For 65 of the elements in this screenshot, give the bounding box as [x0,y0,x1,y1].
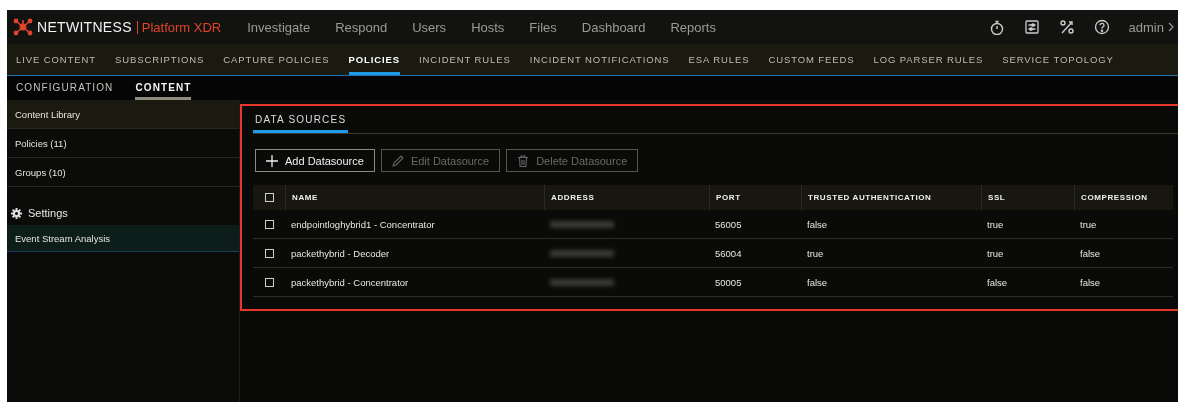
table-cell: endpointloghybrid1 - Concentrator [291,218,435,230]
checkbox[interactable] [264,248,274,258]
table-cell: false [1080,247,1101,259]
table-cell: 50005 [715,276,742,288]
sidebar-item[interactable]: Policies (11) [7,129,239,158]
add-datasource-button[interactable]: Add Datasource [255,149,375,172]
nav-link[interactable]: Hosts [471,19,505,35]
tools-icon[interactable] [1058,19,1075,35]
sidebar-item[interactable]: Event Stream Analysis [7,225,239,252]
pencil-icon [391,154,404,167]
nav-link[interactable]: Reports [670,19,716,35]
nav-link[interactable]: Respond [335,19,388,35]
user-menu[interactable]: admin [1128,19,1174,35]
nav-tab[interactable]: CUSTOM FEEDS [768,44,855,75]
redacted-address [550,249,614,257]
nav-link[interactable]: Users [412,19,447,35]
plus-icon [266,154,278,167]
nav-tab[interactable]: SERVICE TOPOLOGY [1002,44,1114,75]
nav-link[interactable]: Files [529,19,557,35]
nav-tab[interactable]: CAPTURE POLICIES [223,44,330,75]
column-header: ADDRESS [551,193,595,202]
logo-icon [13,18,33,36]
nav-tab[interactable]: LIVE CONTENT [16,44,96,75]
nav-tab[interactable]: ESA RULES [688,44,750,75]
column-header: NAME [292,193,318,202]
column-header: PORT [716,193,741,202]
table-cell: 56004 [715,247,742,259]
nav-link[interactable]: Investigate [247,19,311,35]
column-header: TRUSTED AUTHENTICATION [808,193,932,202]
nav-tab[interactable]: INCIDENT NOTIFICATIONS [529,44,670,75]
table-cell: false [987,276,1008,288]
table-cell: false [1080,276,1101,288]
brand-name: NETWITNESS [37,19,132,35]
sidebar-item[interactable]: Content Library [7,100,239,129]
nav-tab[interactable]: LOG PARSER RULES [873,44,984,75]
table-cell: true [1080,218,1097,230]
column-header: SSL [988,193,1006,202]
redacted-address [550,278,614,286]
section-heading: Settings [28,207,68,219]
stopwatch-icon[interactable] [988,19,1005,35]
table-cell: packethybrid - Decoder [291,247,390,259]
table-cell: true [987,247,1004,259]
nav-tab[interactable]: SUBSCRIPTIONS [114,44,205,75]
redacted-address [550,220,614,228]
table-cell: true [807,247,824,259]
product-name: Platform XDR [136,20,222,34]
panel-tab[interactable]: DATA SOURCES [253,106,349,133]
sub-tab[interactable]: CONFIGURATION [16,76,114,100]
nav-tab[interactable]: INCIDENT RULES [419,44,511,75]
sliders-icon[interactable] [1023,19,1040,35]
chevron-right-icon [1168,22,1174,32]
trash-icon [517,154,530,167]
sidebar-item[interactable]: Groups (10) [7,158,239,187]
checkbox[interactable] [264,219,274,229]
table-cell: false [807,218,828,230]
table-cell: false [807,276,828,288]
checkbox[interactable] [264,277,274,287]
table-cell: true [987,218,1004,230]
checkbox[interactable] [264,193,274,202]
table-cell: 56005 [715,218,742,230]
gear-icon [11,207,22,219]
help-icon[interactable] [1093,19,1110,35]
nav-link[interactable]: Dashboard [581,19,646,35]
column-header: COMPRESSION [1081,193,1148,202]
table-cell: packethybrid - Concentrator [291,276,409,288]
